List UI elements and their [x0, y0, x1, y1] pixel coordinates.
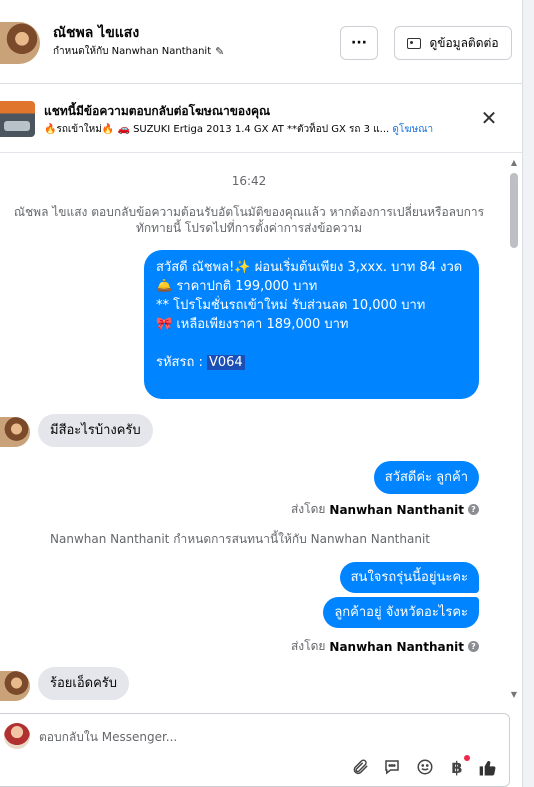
avatar[interactable]: [0, 417, 30, 447]
info-icon[interactable]: ?: [468, 504, 479, 515]
chat-icon[interactable]: [382, 758, 402, 778]
sent-by-info: ส่งโดย Nanwhan Nanthanit ?: [291, 500, 479, 519]
incoming-message[interactable]: มีสีอะไรบ้างครับ: [38, 414, 153, 447]
scrollbar-thumb[interactable]: [510, 173, 518, 248]
promo-line: สวัสดี ณัชพล!✨ ผ่อนเริ่มต้นเพียง 3,xxx. …: [156, 260, 463, 275]
notification-dot: [464, 755, 470, 761]
assignment-system-message: Nanwhan Nanthanit กำหนดการสนทนานี้ให้กับ…: [50, 532, 430, 546]
promo-line: 🛎️ ราคาปกติ 199,000 บาท: [156, 279, 318, 294]
outgoing-message[interactable]: สนใจรถรุ่นนี้อยู่นะคะ: [339, 562, 479, 593]
attach-icon[interactable]: [350, 758, 370, 778]
ad-thumbnail[interactable]: [0, 101, 35, 137]
sent-by-prefix: ส่งโดย: [290, 639, 326, 653]
promo-line: 🎀 เหลือเพียงราคา 189,000 บาท: [156, 317, 349, 332]
message-thread: 16:42 ณัชพล ไขแสง ตอบกลับข้อความต้อนรับอ…: [0, 154, 508, 702]
contact-name[interactable]: ณัชพล ไขแสง: [53, 22, 139, 44]
like-icon[interactable]: [478, 758, 498, 778]
ad-banner-title: แชทนี้มีข้อความตอบกลับต่อโฆษณาของคุณ: [44, 104, 271, 118]
avatar[interactable]: [0, 671, 30, 701]
info-icon[interactable]: ?: [468, 641, 479, 652]
page-edge: [522, 0, 534, 787]
baht-icon[interactable]: ฿: [447, 758, 467, 778]
promo-line: ** โปรโมชั่นรถเข้าใหม่ รับส่วนลด 10,000 …: [156, 298, 426, 313]
sent-by-name: Nanwhan Nanthanit: [329, 639, 464, 654]
more-options-button[interactable]: ···: [340, 26, 378, 60]
message-composer: ตอบกลับใน Messenger... ฿: [0, 713, 510, 787]
ad-reply-banner: แชทนี้มีข้อความตอบกลับต่อโฆษณาของคุณ 🔥รถ…: [0, 85, 522, 153]
outgoing-message[interactable]: ลูกค้าอยู่ จังหวัดอะไรคะ: [323, 597, 479, 628]
conversation-header: ณัชพล ไขแสง กำหนดให้กับ Nanwhan Nanthani…: [0, 0, 522, 84]
close-icon[interactable]: ✕: [478, 107, 500, 129]
assignment-text: กำหนดให้กับ Nanwhan Nanthanit: [53, 46, 212, 57]
view-ad-link[interactable]: ดูโฆษณา: [392, 124, 433, 135]
emoji-icon[interactable]: [415, 758, 435, 778]
scroll-up-arrow[interactable]: ▲: [508, 158, 520, 168]
avatar[interactable]: [0, 22, 40, 64]
ad-banner-description: 🔥รถเข้าใหม่🔥 🚗 SUZUKI Ertiga 2013 1.4 GX…: [44, 122, 433, 137]
car-code-highlight: V064: [206, 355, 245, 370]
reply-input[interactable]: ตอบกลับใน Messenger...: [39, 728, 177, 747]
message-timestamp: 16:42: [231, 174, 267, 188]
messenger-panel: ณัชพล ไขแสง กำหนดให้กับ Nanwhan Nanthani…: [0, 0, 522, 787]
pencil-icon[interactable]: ✎: [215, 45, 224, 58]
outgoing-message[interactable]: สวัสดีค่ะ ลูกค้า: [373, 461, 479, 494]
incoming-message[interactable]: ร้อยเอ็ดครับ: [38, 667, 130, 700]
contact-card-icon: [407, 37, 422, 49]
view-contact-button[interactable]: ดูข้อมูลติดต่อ: [394, 26, 512, 60]
promo-line: รหัสรถ :: [156, 355, 207, 370]
avatar: [4, 723, 30, 749]
assignment-info: กำหนดให้กับ Nanwhan Nanthanit ✎: [53, 44, 224, 59]
sent-by-info: ส่งโดย Nanwhan Nanthanit ?: [291, 637, 479, 656]
outgoing-message-promo[interactable]: สวัสดี ณัชพล!✨ ผ่อนเริ่มต้นเพียง 3,xxx. …: [144, 250, 479, 399]
auto-reply-system-message: ณัชพล ไขแสง ตอบกลับข้อความต้อนรับอัตโนมั…: [13, 205, 485, 235]
sent-by-prefix: ส่งโดย: [290, 502, 326, 516]
sent-by-name: Nanwhan Nanthanit: [329, 502, 464, 517]
scroll-down-arrow[interactable]: ▼: [508, 690, 520, 700]
ad-description-text: 🔥รถเข้าใหม่🔥 🚗 SUZUKI Ertiga 2013 1.4 GX…: [44, 124, 390, 135]
view-contact-label: ดูข้อมูลติดต่อ: [429, 35, 499, 50]
